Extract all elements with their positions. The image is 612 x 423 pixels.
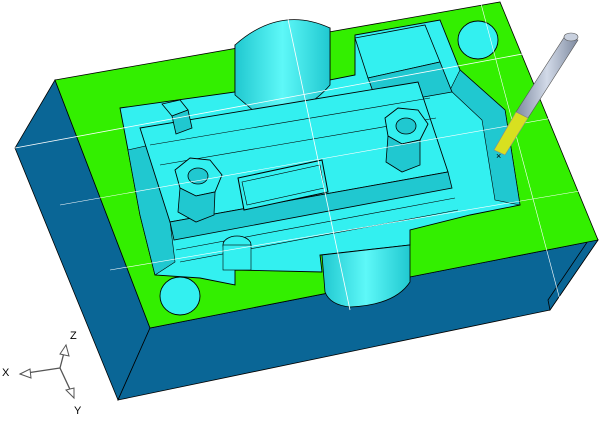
mold-model-scene[interactable]: × X Y Z (0, 0, 612, 423)
cutting-tool-end (563, 32, 579, 42)
y-axis-arrow (65, 387, 75, 400)
right-hex-boss-hole (395, 117, 417, 135)
x-axis-arrow (18, 368, 32, 379)
z-axis-label: Z (70, 330, 77, 342)
x-axis-label: X (2, 367, 10, 379)
axis-triad: X Y Z (2, 330, 82, 417)
tool-tip-marker: × (496, 151, 501, 161)
cad-viewport[interactable]: × X Y Z (0, 0, 612, 423)
y-axis-label: Y (74, 405, 82, 417)
z-axis-arrow (59, 343, 70, 357)
corner-hole-top-right (457, 20, 499, 60)
corner-hole-bottom-left (159, 276, 201, 316)
